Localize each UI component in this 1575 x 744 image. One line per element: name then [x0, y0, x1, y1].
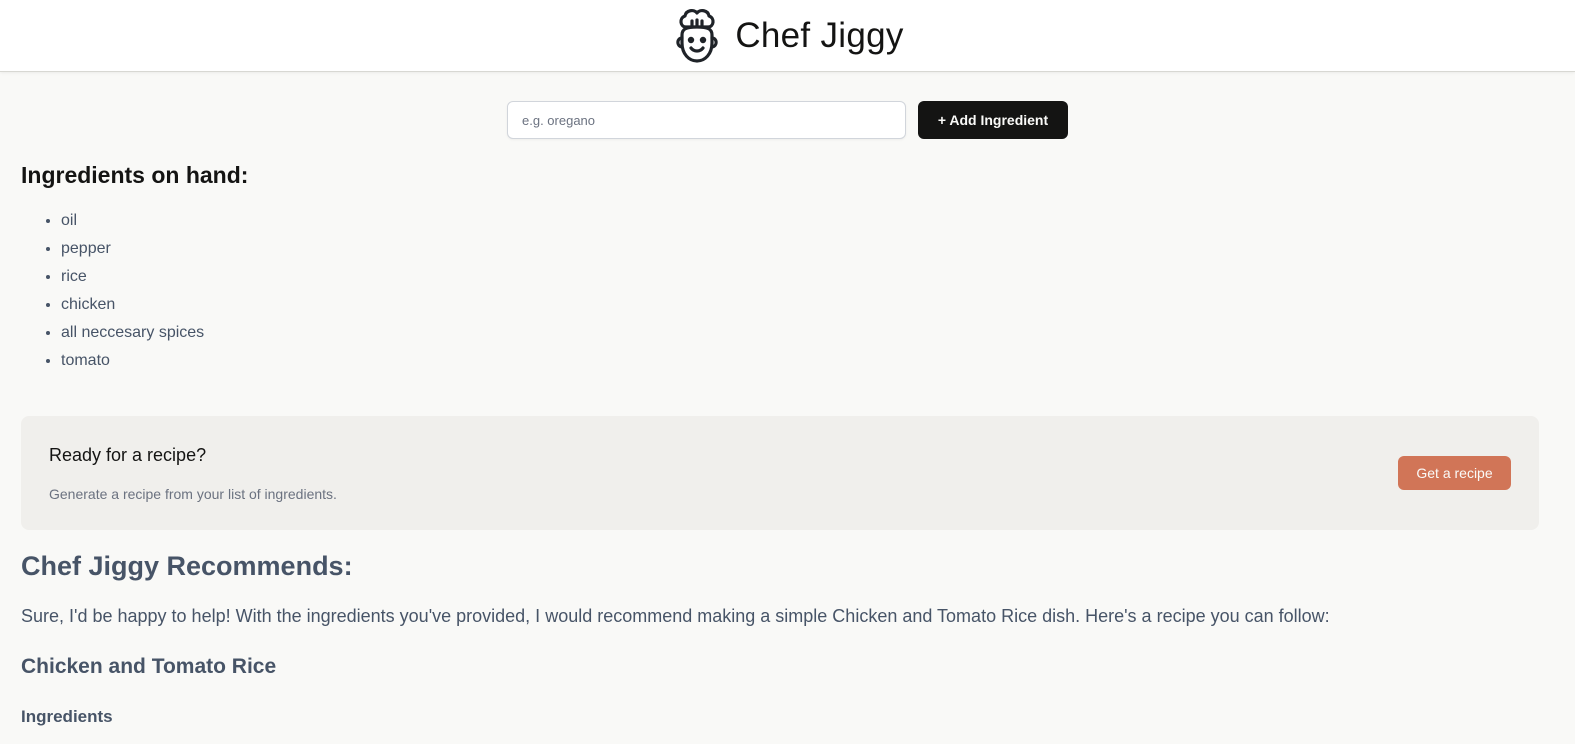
get-recipe-button[interactable]: Get a recipe [1398, 456, 1511, 490]
get-recipe-panel: Ready for a recipe? Generate a recipe fr… [21, 416, 1539, 530]
add-ingredient-form: + Add Ingredient [0, 101, 1575, 139]
recommendation-section: Chef Jiggy Recommends: Sure, I'd be happ… [0, 551, 1575, 727]
chef-face-icon [671, 6, 723, 66]
cta-subtitle: Generate a recipe from your list of ingr… [49, 485, 337, 502]
ingredient-input[interactable] [507, 101, 906, 139]
ingredient-item: rice [61, 263, 1554, 291]
brand-title: Chef Jiggy [735, 15, 904, 55]
app-header: Chef Jiggy [0, 0, 1575, 72]
cta-text: Ready for a recipe? Generate a recipe fr… [49, 445, 337, 502]
add-ingredient-button[interactable]: + Add Ingredient [918, 101, 1068, 139]
ingredient-item: oil [61, 207, 1554, 235]
ingredient-item: pepper [61, 235, 1554, 263]
recipe-ingredients-heading: Ingredients [21, 707, 113, 726]
ingredients-title: Ingredients on hand: [21, 162, 249, 188]
ingredient-item: all neccesary spices [61, 319, 1554, 347]
ingredient-item: tomato [61, 347, 1554, 375]
ingredient-item: chicken [61, 291, 1554, 319]
recipe-name: Chicken and Tomato Rice [21, 655, 277, 678]
cta-title: Ready for a recipe? [49, 444, 207, 465]
ingredients-section: Ingredients on hand: oil pepper rice chi… [0, 162, 1575, 375]
recommendation-title: Chef Jiggy Recommends: [21, 551, 353, 581]
recommendation-intro: Sure, I'd be happy to help! With the ing… [21, 606, 1330, 626]
ingredient-list: oil pepper rice chicken all neccesary sp… [21, 207, 1554, 375]
